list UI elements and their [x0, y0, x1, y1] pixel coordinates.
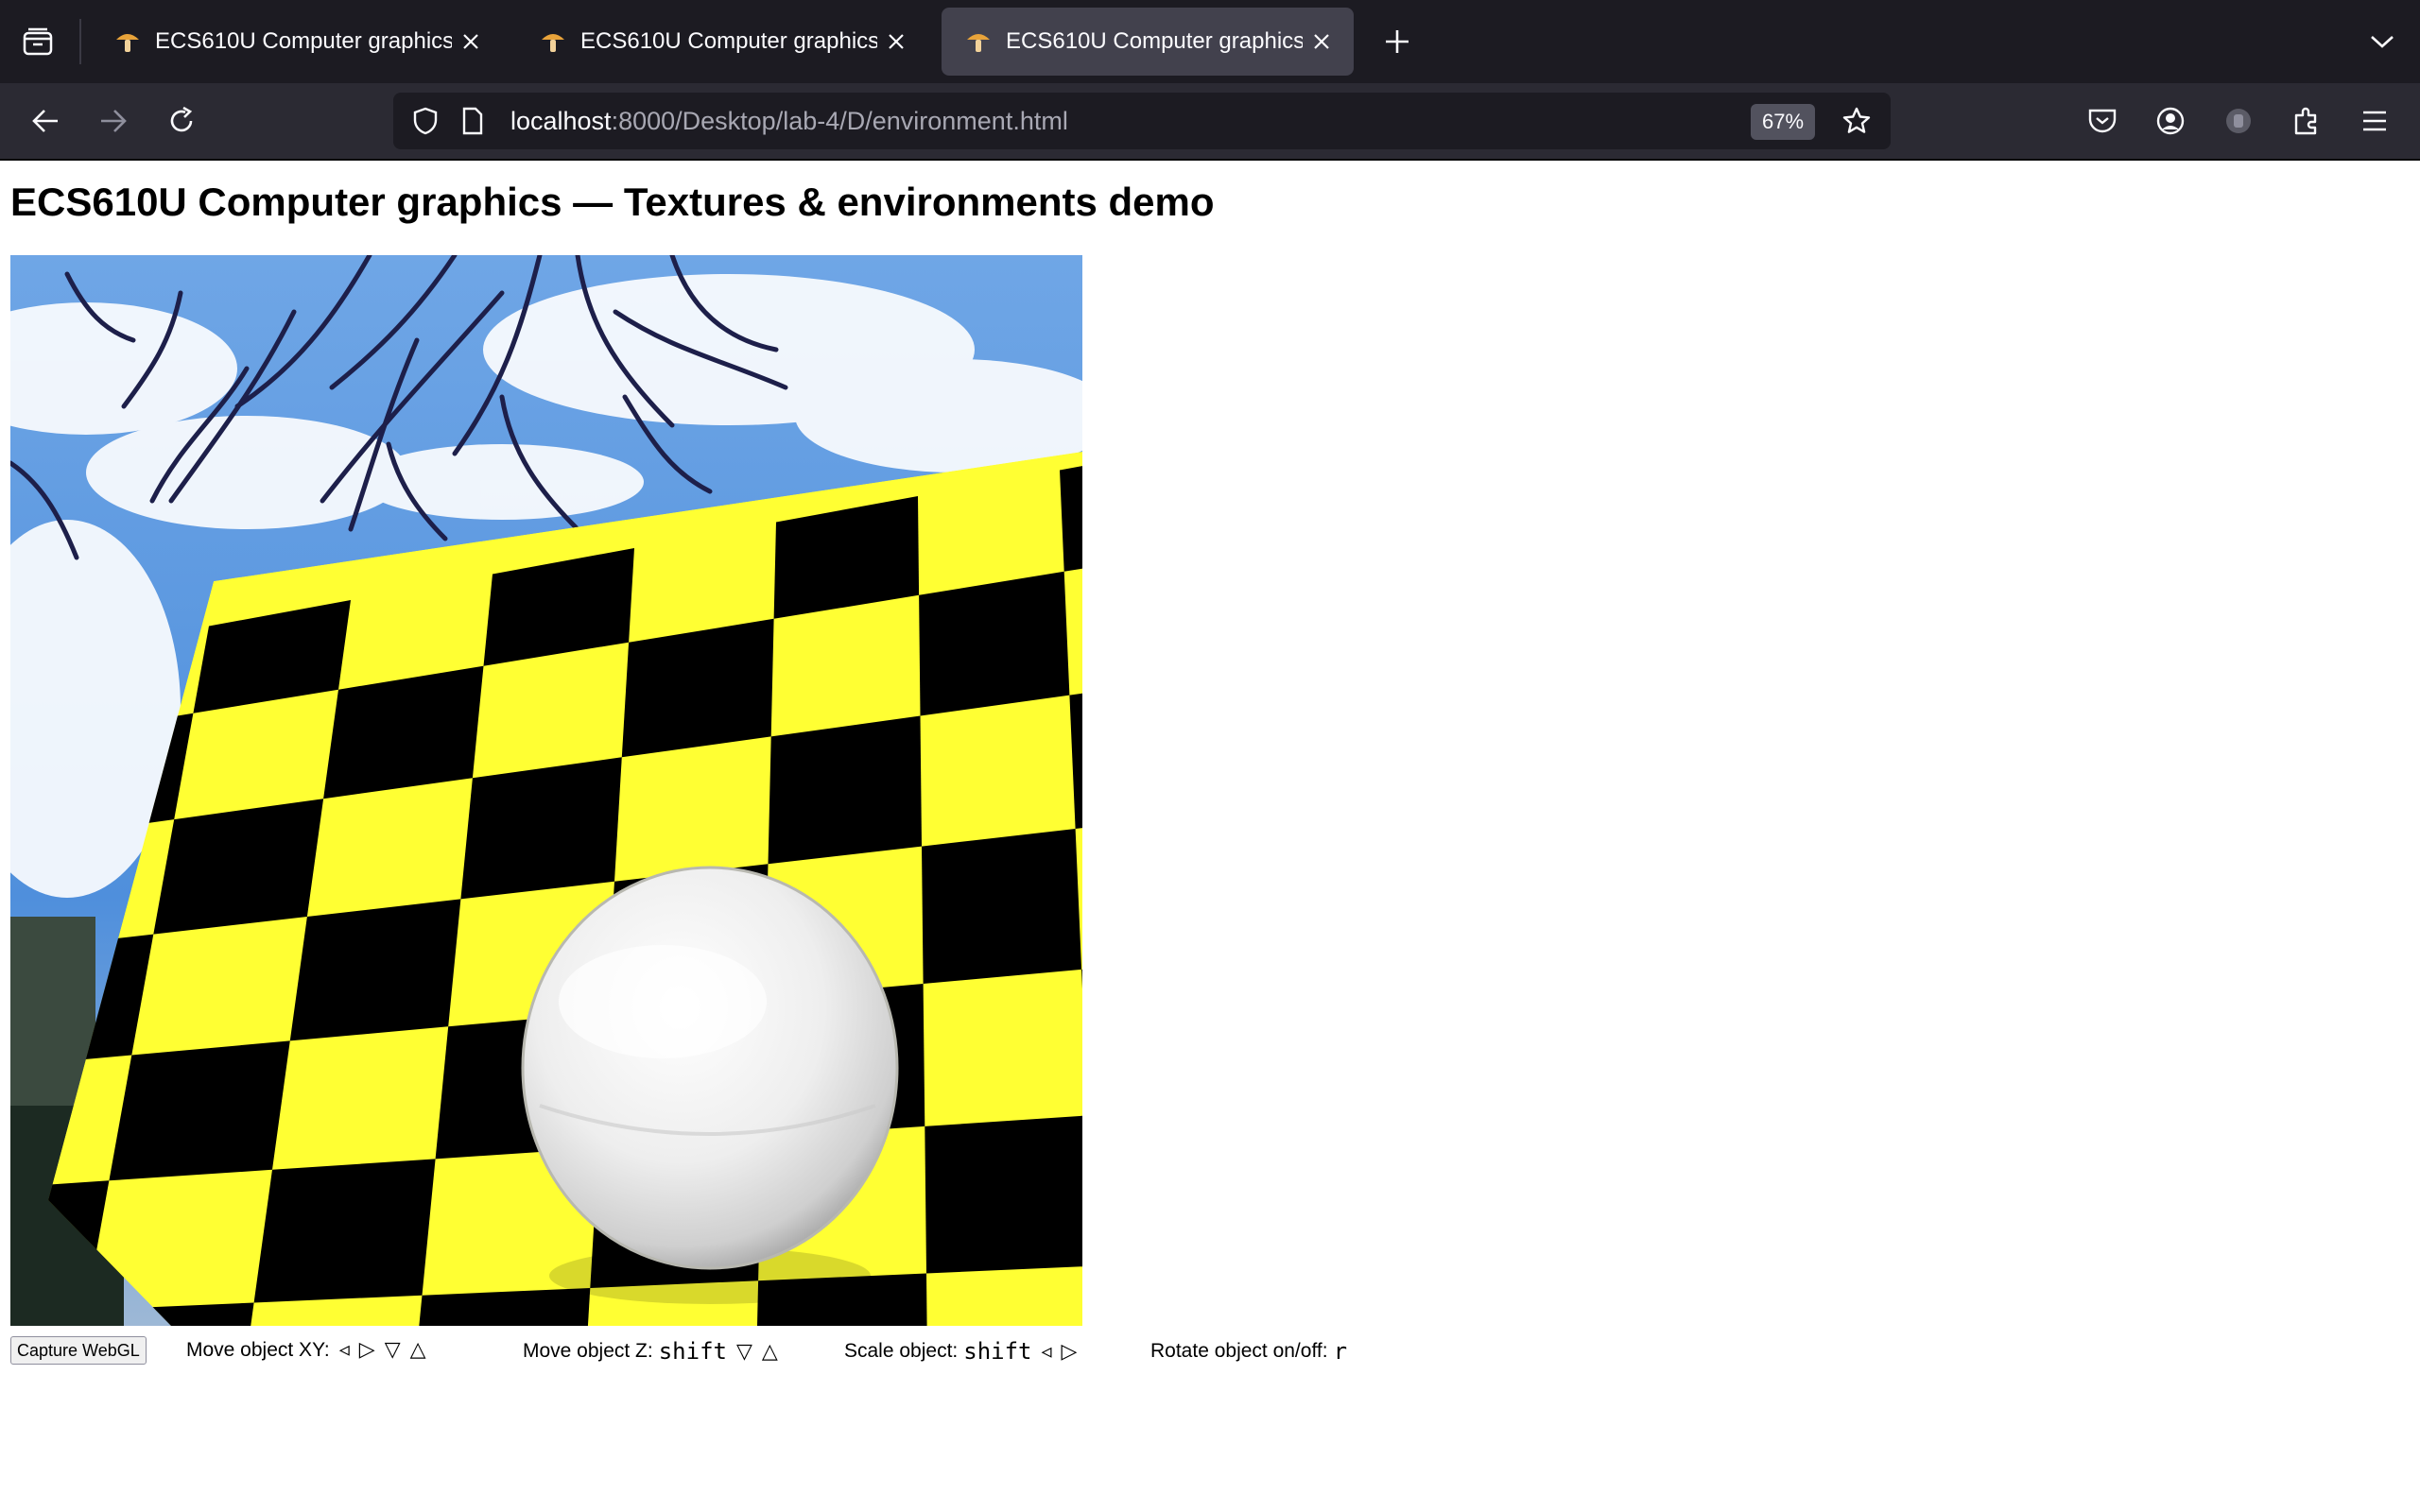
new-tab-plus-icon[interactable] [1376, 21, 1418, 62]
right-key: ▷ [1061, 1339, 1078, 1364]
mushroom-favicon-icon [964, 27, 993, 56]
capture-webgl-button[interactable]: Capture WebGL [10, 1336, 147, 1365]
page-content: ECS610U Computer graphics — Textures & e… [0, 161, 2420, 1512]
checker-square-black [925, 1115, 1082, 1274]
page-title: ECS610U Computer graphics — Textures & e… [10, 180, 1215, 224]
up-key: △ [761, 1339, 778, 1364]
right-key: ▷ [358, 1338, 375, 1362]
scale-hint: Scale object: shift ◃ ▷ [844, 1338, 1077, 1365]
rotate-hint: Rotate object on/off: r [1150, 1338, 1347, 1365]
checker-square-black [253, 1159, 436, 1303]
navigation-toolbar: localhost:8000/Desktop/lab-4/D/environme… [0, 83, 2420, 161]
extensions-puzzle-icon[interactable] [2284, 98, 2329, 144]
checker-square-black [289, 899, 461, 1041]
browser-tab-2[interactable]: ECS610U Computer graphics [516, 8, 928, 76]
left-key: ◃ [338, 1338, 350, 1362]
pocket-icon[interactable] [2080, 98, 2125, 144]
checker-square-black [153, 799, 324, 935]
tab-title: ECS610U Computer graphics [580, 28, 877, 54]
tab-close-icon[interactable] [877, 23, 915, 60]
reload-icon[interactable] [159, 98, 204, 144]
browser-tab-3-active[interactable]: ECS610U Computer graphics [942, 8, 1354, 76]
r-key: r [1333, 1338, 1348, 1365]
move-xy-hint: Move object XY: ◃ ▷ ▽ △ [186, 1338, 426, 1362]
down-key: ▽ [735, 1339, 752, 1364]
browser-tab-1[interactable]: ECS610U Computer graphics [91, 8, 503, 76]
chevron-down-icon[interactable] [2361, 21, 2403, 62]
tab-title: ECS610U Computer graphics [155, 28, 452, 54]
hamburger-menu-icon[interactable] [2352, 98, 2397, 144]
back-arrow-icon[interactable] [23, 98, 68, 144]
controls-bar: Capture WebGL Move object XY: ◃ ▷ ▽ △ Mo… [10, 1332, 1901, 1370]
page-icon[interactable] [456, 104, 490, 138]
mushroom-favicon-icon [113, 27, 142, 56]
tab-bar: ECS610U Computer graphics ECS610U Comput… [0, 0, 2420, 83]
url-host: localhost [510, 107, 612, 135]
reflective-sphere [521, 866, 899, 1270]
scale-label: Scale object: [844, 1340, 959, 1362]
url-path: :8000/Desktop/lab-4/D/environment.html [611, 107, 1068, 135]
url-text[interactable]: localhost:8000/Desktop/lab-4/D/environme… [510, 93, 1068, 149]
tab-title: ECS610U Computer graphics [1006, 28, 1303, 54]
checker-square-black [109, 1040, 290, 1181]
checker-square-black [460, 757, 622, 900]
move-xy-label: Move object XY: [186, 1338, 330, 1361]
firefox-view-icon[interactable] [15, 21, 60, 62]
checker-square-black [919, 571, 1070, 716]
account-icon[interactable] [2148, 98, 2193, 144]
tab-close-icon[interactable] [452, 23, 490, 60]
shift-key: shift [658, 1338, 727, 1365]
address-bar[interactable]: localhost:8000/Desktop/lab-4/D/environme… [393, 93, 1891, 149]
shield-icon[interactable] [408, 104, 442, 138]
webgl-canvas[interactable] [10, 255, 1082, 1326]
rotate-label: Rotate object on/off: [1150, 1340, 1328, 1362]
up-key: △ [409, 1338, 426, 1362]
tab-separator [79, 19, 81, 64]
zoom-level-badge[interactable]: 67% [1751, 104, 1816, 140]
move-z-hint: Move object Z: shift ▽ △ [523, 1338, 778, 1365]
move-z-label: Move object Z: [523, 1340, 653, 1362]
forward-arrow-icon[interactable] [91, 98, 136, 144]
down-key: ▽ [384, 1338, 401, 1362]
left-key: ◃ [1041, 1339, 1052, 1364]
extension-badge-icon[interactable] [2216, 98, 2261, 144]
checker-square-black [768, 715, 922, 865]
checker-square-black [922, 829, 1082, 984]
shift-key: shift [963, 1338, 1032, 1365]
bookmark-star-icon[interactable] [1838, 102, 1876, 140]
mushroom-favicon-icon [539, 27, 567, 56]
tab-close-icon[interactable] [1303, 23, 1340, 60]
